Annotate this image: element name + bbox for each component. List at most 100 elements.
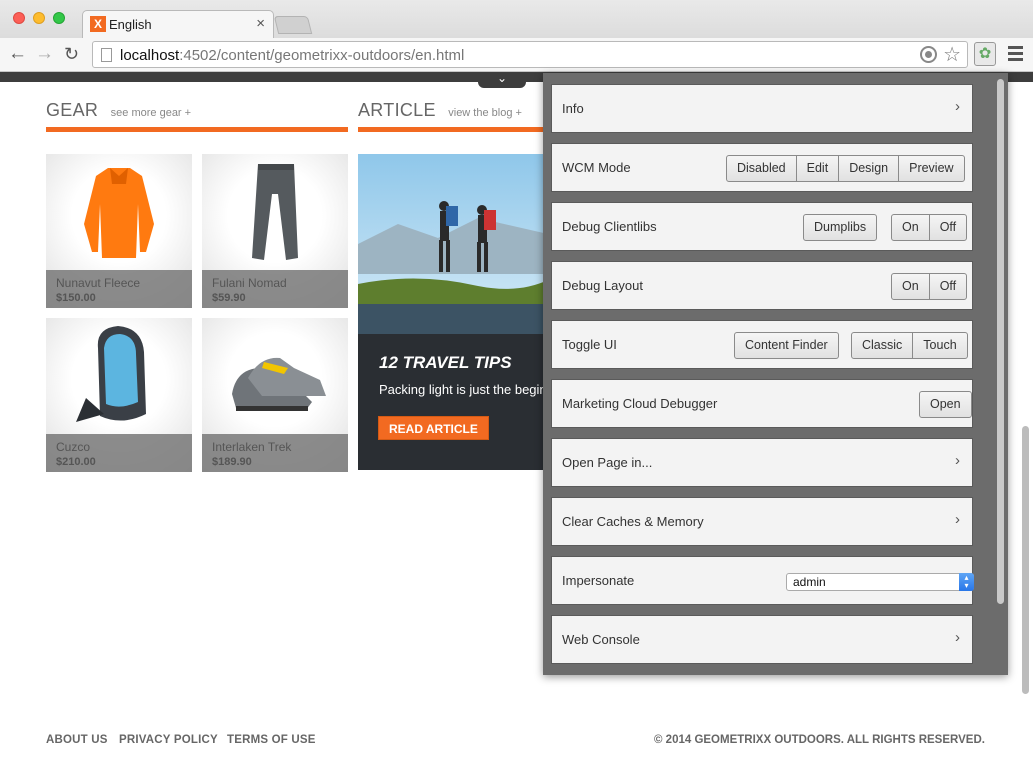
product-caption: Nunavut Fleece $150.00: [46, 270, 192, 308]
layout-toggle-group: On Off: [891, 273, 968, 300]
bookmark-star-icon[interactable]: ☆: [943, 42, 961, 67]
menu-icon[interactable]: [1008, 46, 1023, 64]
back-arrow-icon[interactable]: ←: [8, 43, 27, 65]
chevron-right-icon: ›: [955, 511, 960, 528]
privacy-policy-link[interactable]: PRIVACY POLICY: [119, 734, 218, 746]
select-arrows-icon: ▴ ▾: [959, 573, 974, 591]
about-us-link[interactable]: ABOUT US: [46, 734, 108, 746]
dumplibs-button[interactable]: Dumplibs: [803, 214, 878, 241]
marketing-cloud-row: Marketing Cloud Debugger Open: [551, 379, 973, 428]
web-console-row[interactable]: Web Console ›: [551, 615, 973, 664]
product-price: $150.00: [56, 292, 96, 304]
clear-caches-row[interactable]: Clear Caches & Memory ›: [551, 497, 973, 546]
view-blog-link[interactable]: view the blog +: [448, 107, 522, 119]
clientlibs-off-button[interactable]: Off: [928, 214, 968, 241]
content-finder-button[interactable]: Content Finder: [734, 332, 839, 359]
extension-icon[interactable]: ✿: [974, 42, 996, 66]
content-finder-group: Content Finder: [734, 332, 839, 359]
fleece-jacket-image: [84, 168, 154, 258]
gear-section-header: GEAR see more gear +: [46, 100, 348, 132]
debug-clientlibs-label: Debug Clientlibs: [562, 219, 657, 234]
impersonate-select[interactable]: admin ▴ ▾: [786, 573, 974, 591]
wcm-mode-row: WCM Mode Disabled Edit Design Preview: [551, 143, 973, 192]
impersonate-selected-value: admin: [793, 575, 826, 589]
article-section-header: ARTICLE view the blog +: [358, 100, 548, 132]
chevron-right-icon: ›: [955, 98, 960, 115]
product-price: $210.00: [56, 456, 96, 468]
product-tile[interactable]: Nunavut Fleece $150.00: [46, 154, 192, 308]
product-tile[interactable]: Interlaken Trek $189.90: [202, 318, 348, 472]
dumplibs-group: Dumplibs: [803, 214, 878, 241]
product-name: Fulani Nomad: [212, 276, 287, 290]
page-icon: [101, 48, 112, 62]
tab-title: English: [109, 17, 152, 32]
product-tile[interactable]: Fulani Nomad $59.90: [202, 154, 348, 308]
hikers-photo: [358, 154, 548, 334]
product-caption: Interlaken Trek $189.90: [202, 434, 348, 472]
terms-of-use-link[interactable]: TERMS OF USE: [227, 734, 316, 746]
gear-title: GEAR: [46, 100, 99, 120]
article-title: 12 TRAVEL TIPS: [379, 353, 512, 372]
clear-caches-label: Clear Caches & Memory: [562, 514, 704, 529]
copyright-text: © 2014 GEOMETRIXX OUTDOORS. ALL RIGHTS R…: [654, 734, 985, 746]
browser-tab[interactable]: X English ×: [82, 10, 274, 38]
url-text[interactable]: localhost:4502/content/geometrixx-outdoo…: [120, 47, 464, 64]
open-page-label: Open Page in...: [562, 455, 653, 470]
panel-scrollbar[interactable]: [997, 79, 1004, 604]
debug-layout-row: Debug Layout On Off: [551, 261, 973, 310]
chevron-right-icon: ›: [955, 629, 960, 646]
toggle-ui-label: Toggle UI: [562, 337, 617, 352]
minimize-window-button[interactable]: [33, 12, 45, 24]
web-console-label: Web Console: [562, 632, 640, 647]
debug-clientlibs-row: Debug Clientlibs Dumplibs On Off: [551, 202, 973, 251]
debug-layout-label: Debug Layout: [562, 278, 643, 293]
close-window-button[interactable]: [13, 12, 25, 24]
layout-on-button[interactable]: On: [891, 273, 930, 300]
wcm-mode-label: WCM Mode: [562, 160, 631, 175]
chevron-down-icon[interactable]: ⌄: [478, 72, 526, 88]
info-row[interactable]: Info ›: [551, 84, 973, 133]
article-card[interactable]: 12 TRAVEL TIPS Packing light is just the…: [358, 154, 548, 470]
page-scrollbar[interactable]: [1022, 426, 1029, 694]
location-target-icon[interactable]: [920, 46, 937, 63]
wcm-preview-button[interactable]: Preview: [898, 155, 965, 182]
address-bar[interactable]: localhost:4502/content/geometrixx-outdoo…: [92, 41, 968, 68]
open-page-row[interactable]: Open Page in... ›: [551, 438, 973, 487]
backpack-image: [76, 326, 146, 422]
tab-close-icon[interactable]: ×: [256, 15, 265, 32]
trousers-image: [252, 164, 298, 260]
wcm-edit-button[interactable]: Edit: [795, 155, 840, 182]
article-teaser: Packing light is just the begin: [379, 382, 547, 397]
product-name: Nunavut Fleece: [56, 276, 141, 290]
classic-ui-button[interactable]: Classic: [851, 332, 914, 359]
zoom-window-button[interactable]: [53, 12, 65, 24]
marketing-cloud-label: Marketing Cloud Debugger: [562, 396, 718, 411]
clientlibs-on-button[interactable]: On: [891, 214, 930, 241]
impersonate-label: Impersonate: [562, 573, 635, 588]
aem-developer-panel: Info › WCM Mode Disabled Edit Design Pre…: [543, 73, 1008, 675]
wcm-design-button[interactable]: Design: [838, 155, 900, 182]
impersonate-row: Impersonate admin ▴ ▾: [551, 556, 974, 605]
product-name: Interlaken Trek: [212, 440, 292, 454]
product-caption: Cuzco $210.00: [46, 434, 192, 472]
new-tab-button[interactable]: [273, 16, 313, 34]
layout-off-button[interactable]: Off: [928, 273, 968, 300]
product-price: $189.90: [212, 456, 252, 468]
product-name: Cuzco: [56, 440, 91, 454]
read-article-button[interactable]: READ ARTICLE: [378, 416, 489, 440]
reload-icon[interactable]: ↻: [64, 43, 79, 65]
trek-shoes-image: [232, 357, 326, 411]
clientlibs-toggle-group: On Off: [891, 214, 968, 241]
product-caption: Fulani Nomad $59.90: [202, 270, 348, 308]
product-tile[interactable]: Cuzco $210.00: [46, 318, 192, 472]
marketing-open-group: Open: [919, 391, 972, 418]
touch-ui-button[interactable]: Touch: [912, 332, 968, 359]
browser-tabstrip: X English ×: [0, 0, 1033, 38]
toggle-ui-row: Toggle UI Content Finder Classic Touch: [551, 320, 973, 369]
marketing-open-button[interactable]: Open: [919, 391, 972, 418]
wcm-mode-button-group: Disabled Edit Design Preview: [726, 155, 965, 182]
see-more-gear-link[interactable]: see more gear +: [111, 107, 191, 119]
wcm-disabled-button[interactable]: Disabled: [726, 155, 797, 182]
chevron-right-icon: ›: [955, 452, 960, 469]
forward-arrow-icon[interactable]: →: [35, 43, 54, 65]
